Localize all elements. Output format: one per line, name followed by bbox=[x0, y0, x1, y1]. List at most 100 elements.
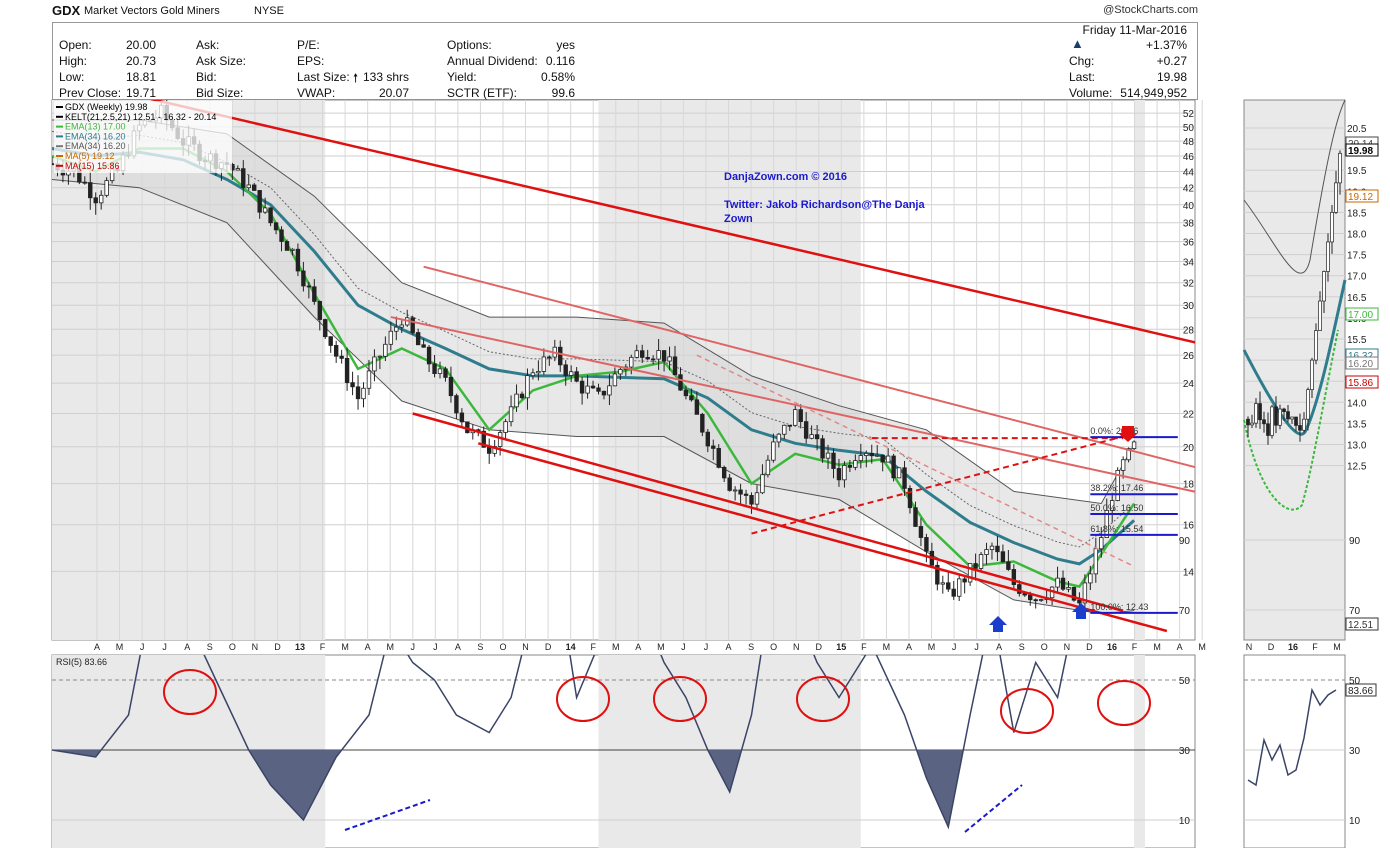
candle-body bbox=[1055, 577, 1060, 588]
x-tick-label: J bbox=[681, 642, 686, 652]
candle-body bbox=[738, 489, 743, 495]
zoom-candle-body bbox=[1298, 425, 1302, 431]
candle-body bbox=[388, 330, 394, 345]
x-tick-label: A bbox=[635, 642, 641, 652]
candle-body bbox=[814, 434, 820, 440]
zoom-candle-body bbox=[1262, 419, 1266, 425]
candle-body bbox=[885, 455, 891, 463]
candle-body bbox=[563, 364, 568, 376]
candle-body bbox=[377, 355, 383, 358]
zoom-candle-body bbox=[1254, 403, 1258, 424]
legend-entry: KELT(21,2.5,21) 12.51 - 16.32 - 20.14 bbox=[65, 112, 216, 122]
zoom-candle-body bbox=[1330, 212, 1334, 243]
candle-body bbox=[1131, 441, 1137, 449]
candle-body bbox=[776, 433, 782, 443]
legend-entry: EMA(34) 16.20 bbox=[65, 131, 126, 141]
x-tick-label: D bbox=[1086, 642, 1093, 652]
candle-body bbox=[973, 563, 978, 569]
candle-body bbox=[312, 286, 317, 302]
candle-body bbox=[749, 495, 754, 505]
zoom-tick-label: 18.0 bbox=[1347, 230, 1367, 241]
candle-body bbox=[486, 446, 492, 454]
x-tick-label: J bbox=[974, 642, 979, 652]
candle-body bbox=[590, 385, 596, 389]
x-tick-label: 13 bbox=[295, 642, 305, 652]
candle-body bbox=[1033, 599, 1038, 602]
candle-body bbox=[847, 465, 853, 468]
x-tick-label: S bbox=[207, 642, 213, 652]
x-tick-label: N bbox=[1064, 642, 1071, 652]
legend-entry: EMA(13) 17.00 bbox=[65, 122, 126, 132]
candle-body bbox=[88, 182, 93, 199]
y-tick-label: 52 bbox=[1183, 109, 1195, 120]
candle-body bbox=[601, 390, 607, 396]
candle-body bbox=[437, 368, 443, 374]
x-tick-label: D bbox=[545, 642, 552, 652]
candle-body bbox=[787, 424, 792, 427]
x-tick-label: S bbox=[1019, 642, 1025, 652]
zoom-candle-body bbox=[1326, 241, 1330, 272]
candle-body bbox=[372, 356, 377, 372]
candle-body bbox=[355, 386, 361, 400]
y-tick-label: 22 bbox=[1183, 410, 1195, 421]
candle-body bbox=[415, 332, 421, 346]
candle-body bbox=[1006, 561, 1011, 570]
zoom-tick-label: 20.5 bbox=[1347, 124, 1367, 135]
candle-body bbox=[612, 373, 618, 387]
candle-body bbox=[891, 455, 896, 479]
candle-body bbox=[1066, 587, 1071, 590]
candle-body bbox=[978, 554, 984, 569]
y-tick-label: 42 bbox=[1183, 184, 1195, 195]
candle-body bbox=[634, 350, 639, 358]
fib-level-label: 38.2%: 17.46 bbox=[1090, 483, 1143, 493]
candle-body bbox=[1099, 537, 1104, 550]
x-tick-label: A bbox=[94, 642, 100, 652]
watermark-site: DanjaZown.com © 2016 bbox=[724, 171, 847, 183]
y-tick-label: 46 bbox=[1183, 152, 1195, 163]
candle-body bbox=[541, 356, 547, 372]
candle-body bbox=[880, 454, 885, 463]
x-tick-label: J bbox=[411, 642, 416, 652]
candle-body bbox=[558, 346, 563, 366]
candle-body bbox=[902, 467, 907, 489]
x-tick-label: A bbox=[996, 642, 1002, 652]
y-tick-label: 14 bbox=[1183, 567, 1195, 578]
fib-level-label: 50.0%: 16.50 bbox=[1090, 503, 1143, 513]
y-tick-label: 32 bbox=[1183, 279, 1195, 290]
candle-body bbox=[760, 474, 765, 494]
side-value-label: 16.20 bbox=[1348, 359, 1373, 370]
candle-body bbox=[924, 537, 929, 552]
x-tick-label: 14 bbox=[566, 642, 576, 652]
zoom-candle-body bbox=[1258, 403, 1262, 421]
candle-body bbox=[262, 207, 268, 213]
zoom-candle-body bbox=[1338, 152, 1342, 184]
y-tick-label: 48 bbox=[1183, 137, 1195, 148]
x-tick-label: F bbox=[320, 642, 326, 652]
candle-body bbox=[252, 184, 257, 191]
candle-body bbox=[869, 453, 874, 457]
zoom-candle-body bbox=[1318, 300, 1322, 331]
candle-body bbox=[765, 459, 771, 476]
rsi-tick-label: 90 bbox=[1179, 536, 1191, 547]
candle-body bbox=[1088, 573, 1093, 584]
candle-body bbox=[989, 545, 995, 550]
candle-body bbox=[656, 350, 661, 360]
candle-body bbox=[339, 355, 344, 359]
x-tick-label: D bbox=[274, 642, 281, 652]
candle-body bbox=[782, 424, 787, 435]
candle-body bbox=[940, 582, 945, 585]
side-value-label: 15.86 bbox=[1348, 378, 1373, 389]
candle-body bbox=[640, 350, 645, 358]
candle-body bbox=[896, 467, 902, 479]
candle-body bbox=[618, 369, 623, 375]
zoom-candle-body bbox=[1250, 422, 1254, 426]
candle-body bbox=[672, 356, 678, 376]
side-value-label: 19.98 bbox=[1348, 146, 1373, 157]
candle-body bbox=[306, 285, 312, 288]
y-tick-label: 40 bbox=[1183, 201, 1195, 212]
candle-body bbox=[268, 207, 273, 224]
x-tick-label: M bbox=[883, 642, 891, 652]
zoom-candle-body bbox=[1274, 406, 1278, 426]
rsi-tick-label: 50 bbox=[1179, 676, 1191, 687]
zoom-tick-label: 17.0 bbox=[1347, 272, 1367, 283]
